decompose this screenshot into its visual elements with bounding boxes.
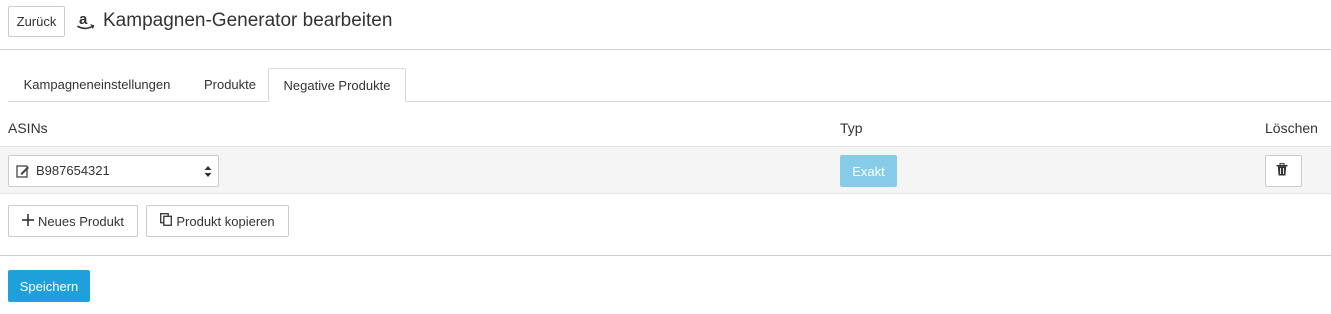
back-button[interactable]: Zurück xyxy=(8,6,65,37)
tab-produkte[interactable]: Produkte xyxy=(190,68,270,101)
column-header-type: Typ xyxy=(840,120,863,136)
copy-icon xyxy=(160,213,176,229)
column-header-asins: ASINs xyxy=(8,120,48,136)
copy-product-label: Produkt kopieren xyxy=(176,213,275,229)
tab-label: Negative Produkte xyxy=(283,77,391,93)
tab-label: Kampagneneinstellungen xyxy=(23,77,171,92)
plus-icon xyxy=(22,213,38,229)
trash-icon xyxy=(1276,162,1292,179)
save-button[interactable]: Speichern xyxy=(8,270,90,302)
amazon-icon: a xyxy=(76,11,96,31)
page-title: Kampagnen-Generator bearbeiten xyxy=(103,10,393,31)
tab-bar: Kampagneneinstellungen Produkte Negative… xyxy=(8,68,1331,102)
tab-label: Produkte xyxy=(203,77,257,92)
divider xyxy=(0,255,1331,256)
svg-text:a: a xyxy=(79,11,88,28)
column-header-delete: Löschen xyxy=(1265,120,1318,136)
type-exakt-button[interactable]: Exakt xyxy=(840,155,897,187)
tab-negative-produkte[interactable]: Negative Produkte xyxy=(268,68,406,102)
table-row: B987654321 Exakt xyxy=(0,146,1331,194)
asin-select[interactable]: B987654321 xyxy=(8,155,219,187)
tab-kampagneneinstellungen[interactable]: Kampagneneinstellungen xyxy=(8,68,186,101)
page-header: Zurück a Kampagnen-Generator bearbeiten xyxy=(0,0,1331,50)
sort-arrows-icon xyxy=(204,165,212,178)
delete-button[interactable] xyxy=(1265,155,1302,187)
new-product-label: Neues Produkt xyxy=(38,213,124,229)
asin-value: B987654321 xyxy=(36,163,110,178)
new-product-button[interactable]: Neues Produkt xyxy=(8,205,138,237)
edit-icon xyxy=(16,164,30,178)
copy-product-button[interactable]: Produkt kopieren xyxy=(146,205,289,237)
